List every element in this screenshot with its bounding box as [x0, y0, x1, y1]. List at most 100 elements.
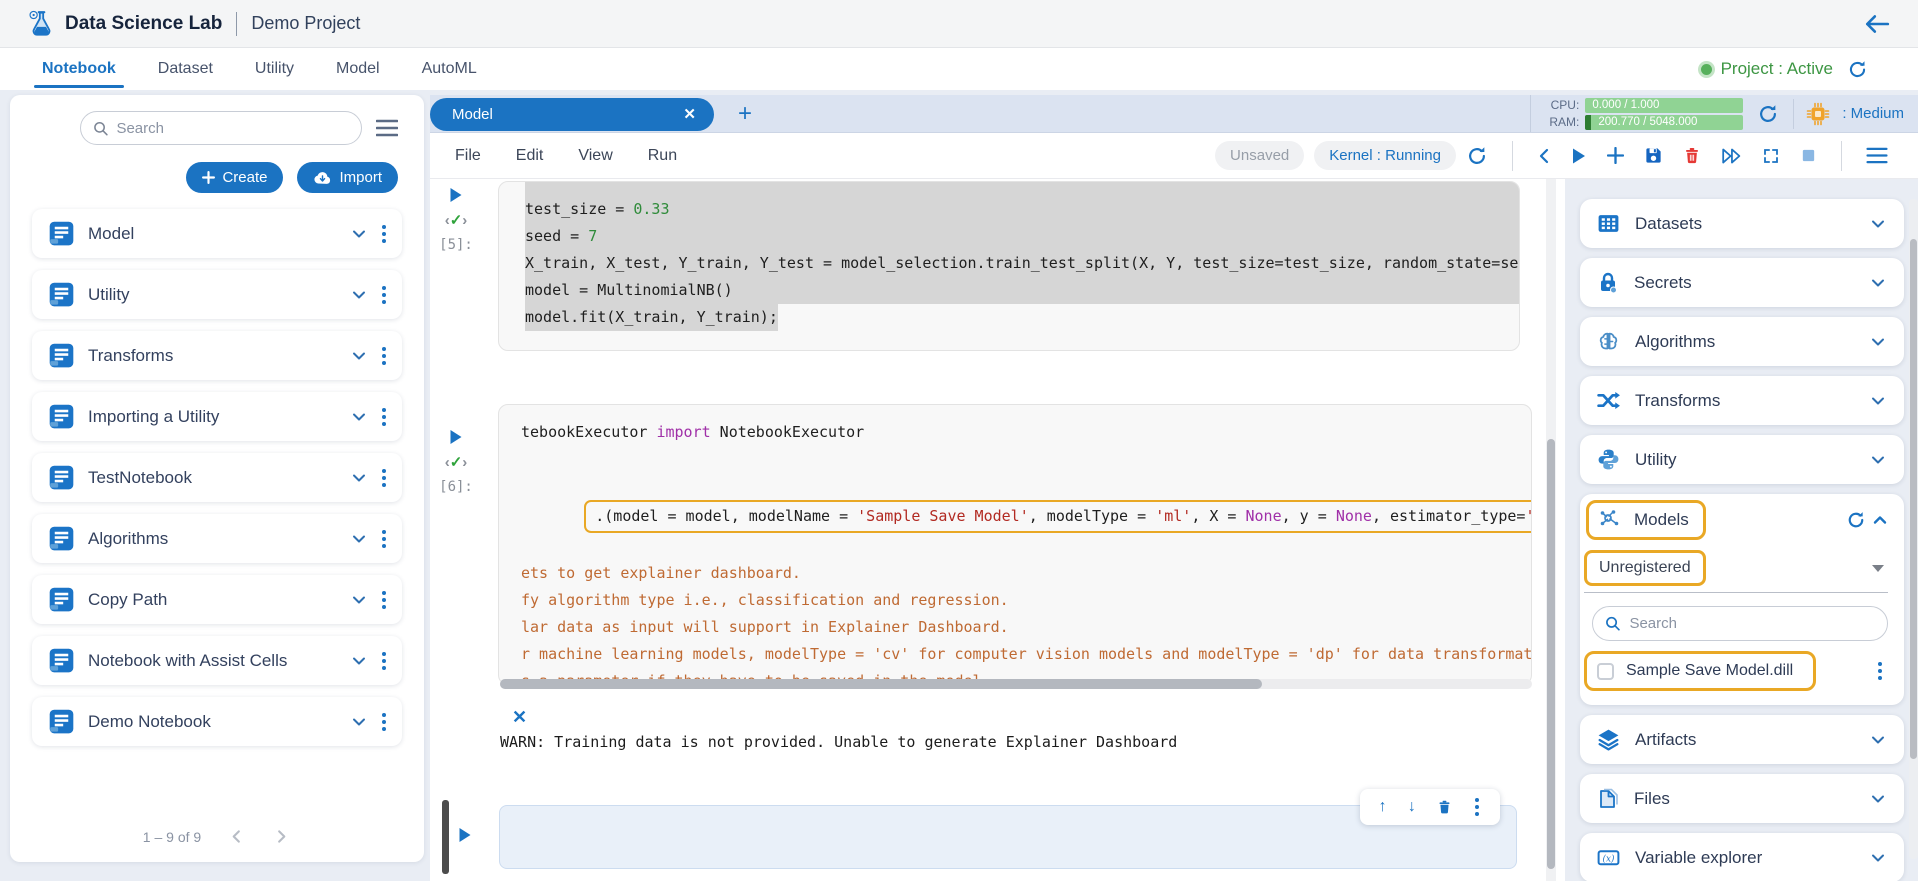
sidebar-search-input[interactable]: [116, 120, 349, 137]
horizontal-scrollbar-thumb[interactable]: [500, 679, 1262, 689]
nav-tab-notebook[interactable]: Notebook: [40, 50, 118, 88]
sidebar-scrollbar-thumb[interactable]: [1910, 239, 1917, 759]
notebook-item-menu[interactable]: [380, 528, 388, 550]
run-cell3-icon[interactable]: [458, 827, 472, 843]
code-cell-2[interactable]: tebookExecutor import NotebookExecutor .…: [498, 404, 1532, 685]
chevron-up-icon[interactable]: [1872, 512, 1888, 528]
resources-refresh-button[interactable]: [1757, 103, 1779, 125]
stop-kernel-button[interactable]: [1800, 147, 1817, 164]
notebook-tab-model[interactable]: Model ✕: [430, 98, 714, 131]
nav-tab-dataset[interactable]: Dataset: [156, 50, 215, 88]
chevron-down-icon[interactable]: [351, 714, 367, 730]
notebook-list-item[interactable]: Demo Notebook: [32, 697, 402, 746]
section-datasets[interactable]: Datasets: [1580, 199, 1904, 248]
section-algorithms[interactable]: Algorithms: [1580, 317, 1904, 366]
chevron-down-icon[interactable]: [351, 470, 367, 486]
run-cell-button[interactable]: [1571, 147, 1587, 165]
save-notebook-button[interactable]: [1644, 146, 1663, 165]
move-cell-down-button[interactable]: ↓: [1408, 798, 1416, 816]
pagination-prev-button[interactable]: [227, 827, 246, 846]
notebook-item-menu[interactable]: [380, 223, 388, 245]
models-refresh-button[interactable]: [1846, 510, 1866, 530]
back-arrow-icon[interactable]: [1864, 13, 1890, 35]
sidebar-scrollbar[interactable]: [1909, 199, 1918, 859]
notebook-item-menu[interactable]: [380, 711, 388, 733]
sidebar-search[interactable]: [80, 111, 362, 145]
section-secrets[interactable]: Secrets: [1580, 258, 1904, 307]
notebook-item-menu[interactable]: [380, 589, 388, 611]
chevron-down-icon[interactable]: [1870, 275, 1886, 291]
notebook-list-item[interactable]: Copy Path: [32, 575, 402, 624]
close-output-icon[interactable]: ✕: [512, 707, 527, 728]
vertical-scrollbar-thumb[interactable]: [1547, 439, 1555, 869]
project-refresh-button[interactable]: [1847, 59, 1868, 80]
notebook-item-menu[interactable]: [380, 467, 388, 489]
cell-more-menu[interactable]: [1473, 796, 1481, 818]
add-tab-button[interactable]: +: [738, 102, 752, 126]
notebook-list-item[interactable]: Model: [32, 209, 402, 258]
fullscreen-button[interactable]: [1762, 147, 1780, 165]
notebook-list-item[interactable]: Algorithms: [32, 514, 402, 563]
menu-edit[interactable]: Edit: [516, 147, 544, 165]
notebook-item-menu[interactable]: [380, 345, 388, 367]
list-menu-icon[interactable]: [376, 119, 398, 137]
move-cell-up-button[interactable]: ↑: [1379, 798, 1387, 816]
run-cell1-icon[interactable]: [449, 187, 463, 203]
chevron-down-icon[interactable]: [1870, 393, 1886, 409]
model-filter-select[interactable]: Unregistered: [1584, 550, 1888, 593]
collapse-panel-button[interactable]: [1537, 148, 1551, 164]
chevron-down-icon[interactable]: [1870, 334, 1886, 350]
chevron-down-icon[interactable]: [1870, 791, 1886, 807]
section-variable-explorer[interactable]: (x) Variable explorer: [1580, 833, 1904, 881]
chevron-down-icon[interactable]: [1870, 216, 1886, 232]
notebook-list-item[interactable]: Utility: [32, 270, 402, 319]
section-transforms[interactable]: Transforms: [1580, 376, 1904, 425]
horizontal-scrollbar[interactable]: [500, 679, 1532, 689]
chevron-down-icon[interactable]: [351, 531, 367, 547]
kernel-refresh-button[interactable]: [1466, 145, 1488, 167]
create-button[interactable]: Create: [186, 162, 283, 193]
notebook-item-menu[interactable]: [380, 650, 388, 672]
menu-file[interactable]: File: [455, 147, 481, 165]
delete-cell-button[interactable]: [1683, 146, 1701, 165]
model-file-item[interactable]: Sample Save Model.dill: [1584, 651, 1816, 691]
nav-tab-utility[interactable]: Utility: [253, 50, 296, 88]
more-menu-button[interactable]: [1866, 147, 1888, 164]
nav-tab-automl[interactable]: AutoML: [420, 50, 479, 88]
run-all-button[interactable]: [1721, 147, 1742, 165]
pagination-next-button[interactable]: [272, 827, 291, 846]
vertical-scrollbar[interactable]: [1546, 179, 1556, 881]
section-artifacts[interactable]: Artifacts: [1580, 715, 1904, 764]
model-checkbox[interactable]: [1597, 663, 1614, 680]
notebook-list-item[interactable]: Notebook with Assist Cells: [32, 636, 402, 685]
menu-view[interactable]: View: [578, 147, 612, 165]
code-cell-1[interactable]: = array[:,4] test_size = 0.33seed = 7X_t…: [498, 181, 1520, 351]
notebook-list-item[interactable]: Importing a Utility: [32, 392, 402, 441]
chevron-down-icon[interactable]: [351, 409, 367, 425]
section-files[interactable]: Files: [1580, 774, 1904, 823]
chevron-down-icon[interactable]: [1870, 732, 1886, 748]
menu-run[interactable]: Run: [648, 147, 677, 165]
chevron-down-icon[interactable]: [351, 592, 367, 608]
chevron-down-icon[interactable]: [351, 287, 367, 303]
notebook-list-item[interactable]: TestNotebook: [32, 453, 402, 502]
models-search[interactable]: [1592, 606, 1888, 641]
model-item-menu[interactable]: [1876, 660, 1884, 682]
models-search-input[interactable]: [1629, 615, 1875, 632]
import-button[interactable]: Import: [297, 162, 398, 193]
chevron-down-icon[interactable]: [351, 653, 367, 669]
tab-close-icon[interactable]: ✕: [683, 105, 696, 123]
delete-cell3-button[interactable]: [1437, 799, 1452, 815]
notebook-item-menu[interactable]: [380, 406, 388, 428]
nav-tab-model[interactable]: Model: [334, 50, 382, 88]
chevron-down-icon[interactable]: [1870, 850, 1886, 866]
notebook-list-item[interactable]: Transforms: [32, 331, 402, 380]
chevron-down-icon[interactable]: [1870, 452, 1886, 468]
notebook-item-menu[interactable]: [380, 284, 388, 306]
models-section-highlight[interactable]: Models: [1586, 500, 1706, 540]
section-utility[interactable]: Utility: [1580, 435, 1904, 484]
chevron-down-icon[interactable]: [351, 226, 367, 242]
add-cell-button[interactable]: [1607, 147, 1624, 164]
run-cell2-icon[interactable]: [449, 429, 463, 445]
chevron-down-icon[interactable]: [351, 348, 367, 364]
